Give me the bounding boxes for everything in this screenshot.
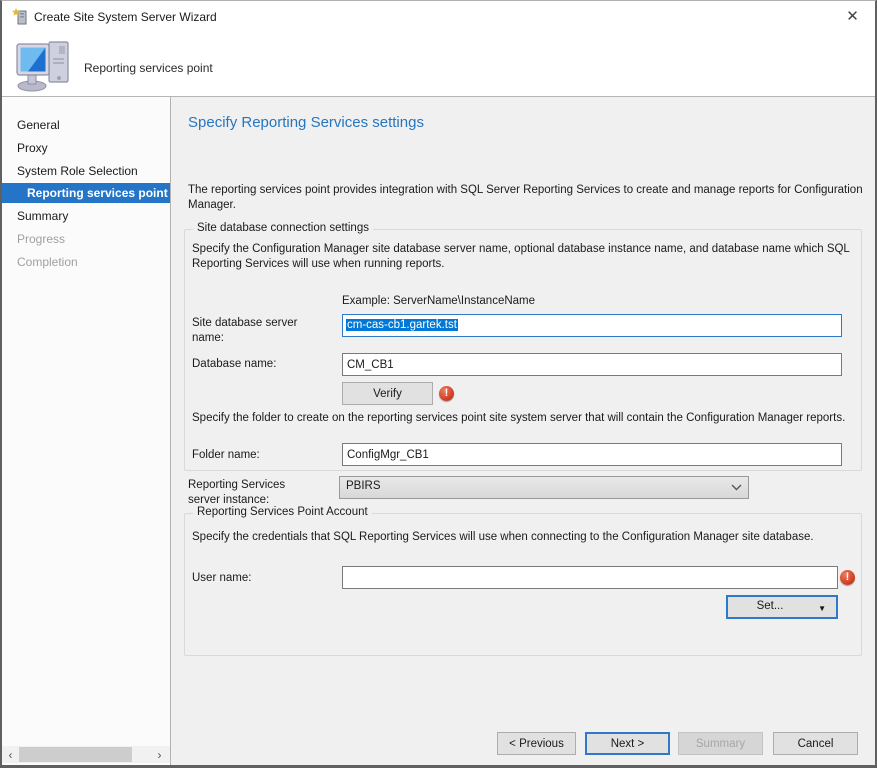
sidebar-item-proxy[interactable]: Proxy bbox=[2, 138, 170, 158]
sidebar-item-system-role-selection[interactable]: System Role Selection bbox=[2, 161, 170, 181]
sidebar-horizontal-scrollbar[interactable]: ‹ › bbox=[2, 746, 170, 763]
close-button[interactable]: ✕ bbox=[830, 1, 875, 32]
next-button[interactable]: Next > bbox=[585, 732, 670, 755]
scroll-left-icon: ‹ bbox=[9, 748, 13, 762]
database-name-label: Database name: bbox=[192, 357, 276, 372]
user-name-input[interactable] bbox=[342, 566, 838, 589]
sidebar-item-reporting-services-point[interactable]: Reporting services point bbox=[2, 183, 170, 203]
wizard-header: Reporting services point bbox=[2, 33, 875, 96]
database-name-input[interactable] bbox=[342, 353, 842, 376]
page-title: Specify Reporting Services settings bbox=[188, 114, 424, 131]
set-dropdown-arrow-icon: ▼ bbox=[818, 604, 826, 613]
previous-button[interactable]: < Previous bbox=[497, 732, 576, 755]
verify-error-icon: ! bbox=[439, 386, 454, 401]
close-icon: ✕ bbox=[846, 8, 859, 25]
scroll-right-button[interactable]: › bbox=[151, 746, 168, 763]
server-instance-value: PBIRS bbox=[346, 480, 381, 492]
folder-hint-text: Specify the folder to create on the repo… bbox=[192, 411, 854, 426]
site-database-group-legend: Site database connection settings bbox=[193, 222, 373, 234]
window-title: Create Site System Server Wizard bbox=[34, 10, 217, 24]
sidebar-item-general[interactable]: General bbox=[2, 115, 170, 135]
sidebar-divider bbox=[170, 97, 171, 765]
server-name-label: Site database server name: bbox=[192, 316, 317, 346]
username-error-icon: ! bbox=[840, 570, 855, 585]
server-instance-label: Reporting Services server instance: bbox=[188, 478, 313, 508]
sidebar-item-progress[interactable]: Progress bbox=[2, 229, 170, 249]
cancel-button[interactable]: Cancel bbox=[773, 732, 858, 755]
server-instance-dropdown[interactable]: PBIRS bbox=[339, 476, 749, 499]
scroll-left-button[interactable]: ‹ bbox=[2, 746, 19, 763]
scroll-right-icon: › bbox=[158, 748, 162, 762]
verify-button[interactable]: Verify bbox=[342, 382, 433, 405]
chevron-down-icon bbox=[731, 484, 742, 491]
site-database-server-input[interactable]: cm-cas-cb1.gartek.tst bbox=[342, 314, 842, 337]
wizard-app-icon bbox=[12, 8, 29, 25]
server-name-example: Example: ServerName\InstanceName bbox=[342, 294, 535, 309]
header-role-title: Reporting services point bbox=[84, 61, 213, 75]
intro-text: The reporting services point provides in… bbox=[188, 183, 868, 213]
user-name-label: User name: bbox=[192, 571, 251, 586]
wizard-window: Create Site System Server Wizard ✕ Repor… bbox=[0, 0, 877, 768]
set-button-label: Set... bbox=[728, 600, 812, 612]
sidebar-item-summary[interactable]: Summary bbox=[2, 206, 170, 226]
scrollbar-thumb[interactable] bbox=[19, 747, 132, 762]
computer-icon bbox=[15, 38, 73, 92]
folder-name-label: Folder name: bbox=[192, 448, 260, 463]
set-account-button[interactable]: Set... ▼ bbox=[726, 595, 838, 619]
sidebar-item-completion[interactable]: Completion bbox=[2, 252, 170, 272]
summary-button[interactable]: Summary bbox=[678, 732, 763, 755]
server-name-selected-text: cm-cas-cb1.gartek.tst bbox=[346, 319, 458, 331]
account-description: Specify the credentials that SQL Reporti… bbox=[192, 530, 854, 545]
wizard-step-list: General Proxy System Role Selection Repo… bbox=[2, 97, 170, 765]
folder-name-input[interactable] bbox=[342, 443, 842, 466]
account-group-legend: Reporting Services Point Account bbox=[193, 506, 372, 518]
db-group-description: Specify the Configuration Manager site d… bbox=[192, 242, 854, 272]
title-bar: Create Site System Server Wizard ✕ bbox=[2, 1, 875, 33]
